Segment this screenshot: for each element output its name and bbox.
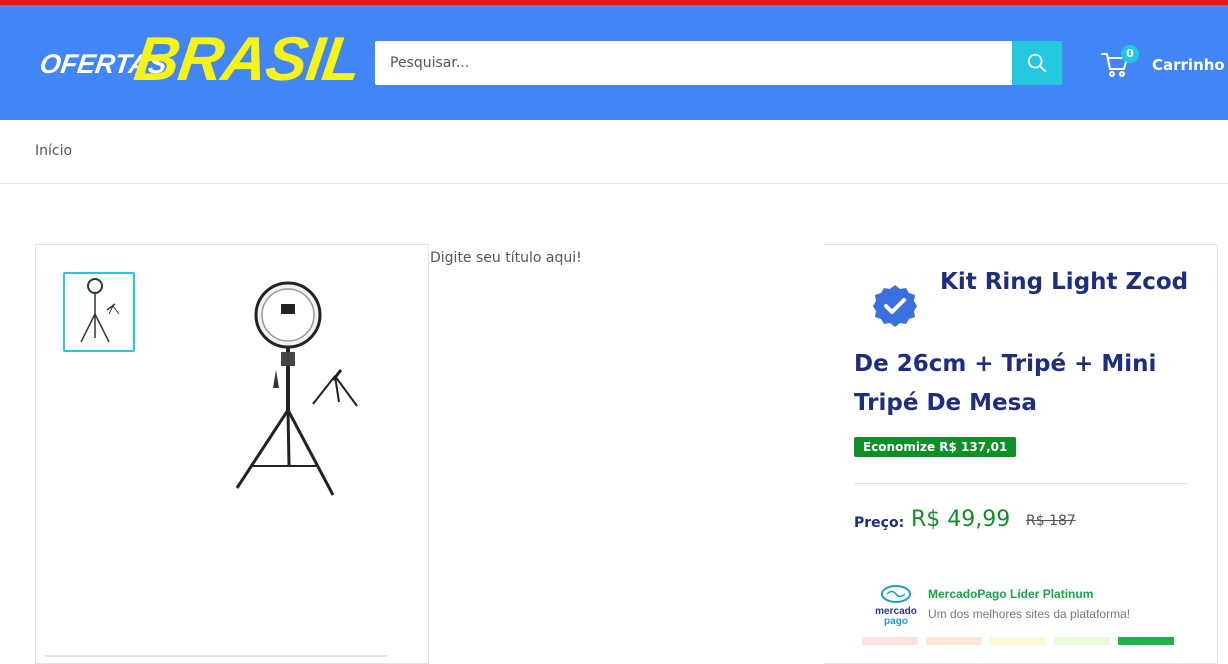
search-icon [1027, 53, 1047, 73]
current-price: R$ 49,99 [911, 507, 1011, 532]
reputation-meter-segment-5 [1118, 637, 1174, 645]
cart-label: Carrinho [1152, 56, 1225, 74]
product-title-line1: Kit Ring Light Zcod [940, 269, 1189, 295]
price-label: Preço: [854, 515, 905, 531]
reputation-meter-segment-4 [1054, 637, 1110, 645]
logo-text-brasil: BRASIL [130, 25, 365, 94]
product-thumbnail[interactable] [63, 272, 135, 352]
reputation-meter-segment-3 [990, 637, 1046, 645]
mercadopago-logo-text-bottom: pago [884, 616, 908, 627]
seller-reputation-title: MercadoPago Líder Platinum [928, 587, 1094, 601]
product-gallery [35, 244, 429, 664]
cart-count-badge: 0 [1121, 45, 1139, 63]
divider [854, 483, 1187, 484]
placeholder-heading: Digite seu título aqui! [430, 250, 582, 266]
search-button[interactable] [1012, 41, 1062, 85]
search-bar [375, 41, 1062, 85]
cart-link[interactable]: 0 Carrinho [1100, 45, 1228, 85]
verified-badge-icon [873, 285, 917, 327]
savings-badge: Economize R$ 137,01 [854, 437, 1017, 457]
breadcrumb-home-link[interactable]: Início [35, 143, 72, 159]
product-title-line2: De 26cm + Tripé + Mini Tripé De Mesa [854, 351, 1157, 416]
ring-light-thumbnail-image [80, 278, 120, 343]
site-header: OFERTAS BRASIL 0 Carrinho [0, 5, 1228, 120]
product-info-panel: Kit Ring Light Zcod De 26cm + Tripé + Mi… [824, 244, 1218, 664]
reputation-meter-segment-2 [926, 637, 982, 645]
mercadopago-logo: mercado pago [875, 585, 917, 627]
ring-light-product-image [235, 281, 358, 496]
breadcrumb: Início [0, 120, 1228, 184]
reputation-meter-segment-1 [862, 637, 918, 645]
seller-reputation-subtitle: Um dos melhores sites da plataforma! [928, 607, 1131, 621]
old-price: R$ 187 [1026, 513, 1076, 529]
cart-icon-wrap: 0 [1100, 45, 1139, 81]
site-logo[interactable]: OFERTAS BRASIL [38, 25, 365, 97]
search-input[interactable] [375, 41, 1012, 85]
